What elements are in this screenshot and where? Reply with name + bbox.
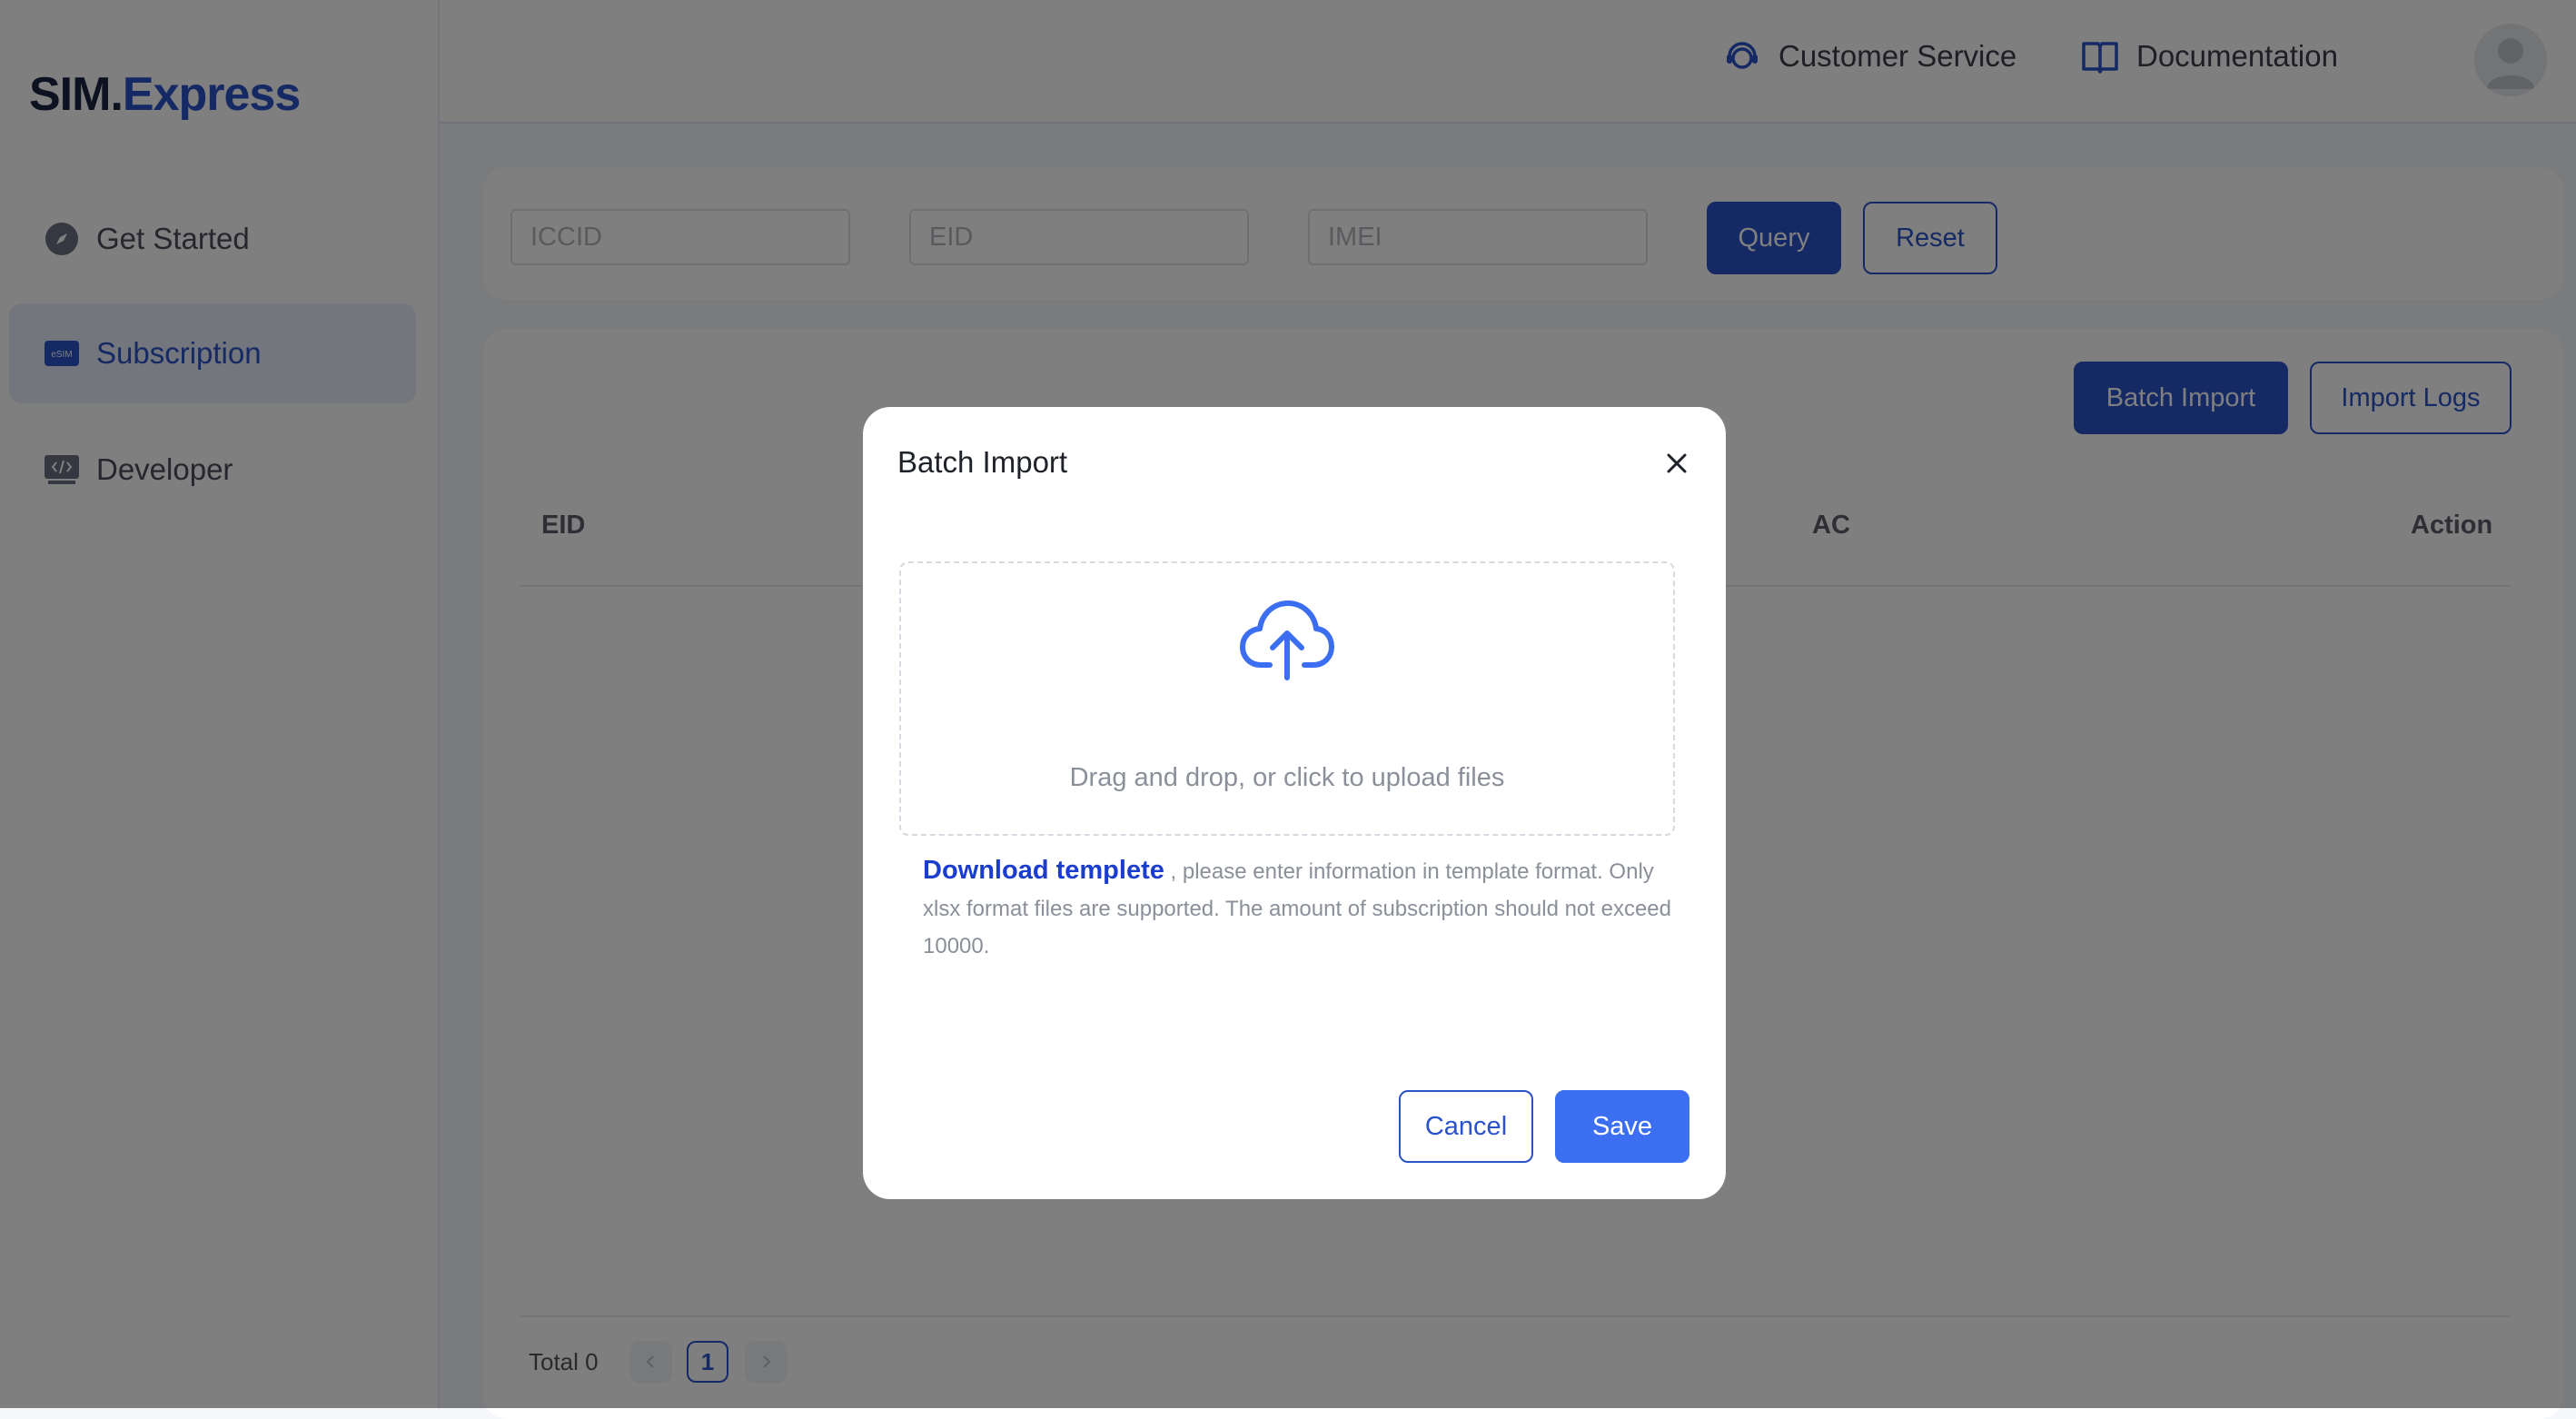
dialog-title: Batch Import bbox=[897, 445, 1068, 479]
upload-dropzone[interactable]: Drag and drop, or click to upload files bbox=[899, 561, 1675, 836]
save-button[interactable]: Save bbox=[1555, 1090, 1689, 1163]
template-hint: Download templete , please enter informa… bbox=[923, 852, 1677, 965]
close-icon[interactable] bbox=[1660, 447, 1693, 480]
batch-import-dialog: Batch Import Drag and drop, or click to … bbox=[863, 407, 1726, 1199]
upload-instruction: Drag and drop, or click to upload files bbox=[1069, 763, 1505, 792]
cloud-upload-icon bbox=[1240, 600, 1334, 680]
cancel-button[interactable]: Cancel bbox=[1399, 1090, 1533, 1163]
download-template-link[interactable]: Download templete bbox=[923, 856, 1164, 885]
